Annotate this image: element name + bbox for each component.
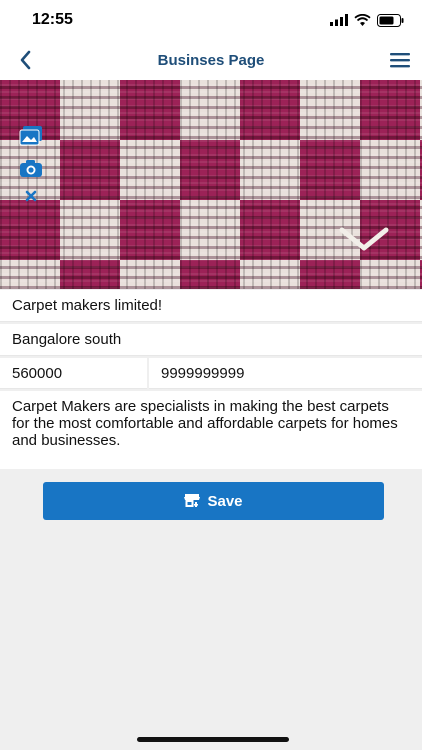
camera-button[interactable] — [18, 156, 44, 180]
nav-bar: Businses Page — [0, 40, 422, 80]
gallery-icon — [19, 126, 42, 146]
menu-button[interactable] — [388, 48, 412, 72]
description-field[interactable]: Carpet Makers are specialists in making … — [0, 391, 422, 469]
save-button[interactable]: Save — [43, 482, 384, 520]
battery-icon — [377, 13, 404, 27]
business-cover-image — [0, 80, 422, 289]
chevron-down-icon — [339, 227, 389, 251]
back-arrow-icon — [20, 50, 31, 70]
hamburger-menu-icon — [390, 53, 410, 68]
status-icons — [330, 13, 404, 27]
expand-image-button[interactable] — [338, 224, 390, 254]
back-button[interactable] — [14, 48, 38, 72]
save-button-label: Save — [207, 492, 243, 510]
wifi-icon — [354, 14, 371, 26]
page-title: Businses Page — [157, 52, 265, 69]
home-indicator[interactable] — [137, 737, 289, 742]
pincode-field[interactable]: 560000 — [0, 358, 147, 389]
address-field[interactable]: Bangalore south — [0, 324, 422, 356]
store-icon — [184, 494, 201, 507]
remove-image-button[interactable] — [18, 184, 44, 208]
signal-icon — [330, 14, 348, 26]
carpet-texture — [0, 80, 422, 289]
phone-field[interactable]: 9999999999 — [149, 358, 422, 389]
camera-icon — [20, 160, 42, 177]
close-icon — [25, 190, 37, 202]
status-time: 12:55 — [32, 11, 73, 28]
status-bar: 12:55 — [0, 0, 422, 40]
gallery-button[interactable] — [18, 124, 44, 148]
business-name-field[interactable]: Carpet makers limited! — [0, 290, 422, 322]
